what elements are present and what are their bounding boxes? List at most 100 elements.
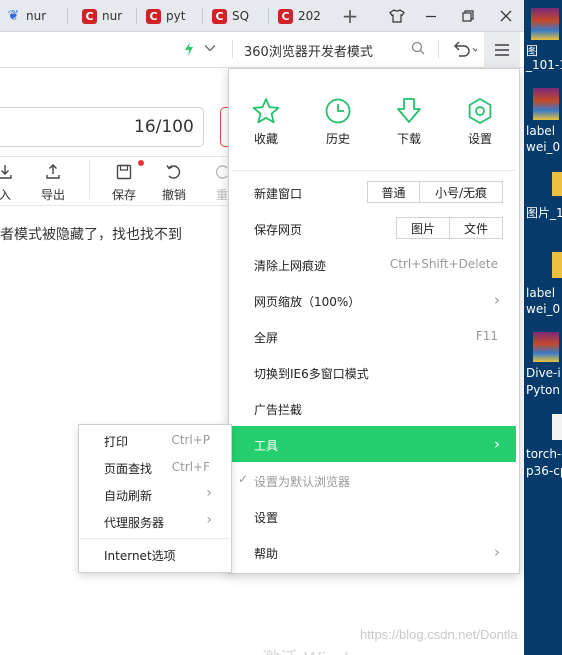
menu-item-settings[interactable]: 设置 [232,499,516,533]
tab-divider [136,8,137,24]
new-normal-window-button[interactable]: 普通 [367,181,420,203]
skin-button[interactable] [383,4,411,28]
menu-item-clear-traces[interactable]: 清除上网痕迹 Ctrl+Shift+Delete [232,247,516,281]
divider [89,160,90,198]
tab-3[interactable]: C pyt [140,3,198,29]
chevron-right-icon: › [206,512,212,528]
settings-label: 设置 [254,511,279,525]
tab-4[interactable]: C SQ [206,3,264,29]
desktop-label: torch- [526,447,562,461]
back-button[interactable] [451,40,479,61]
print-shortcut: Ctrl+P [171,433,210,447]
minimize-button[interactable] [417,4,445,28]
divider [438,40,439,58]
save-as-image-button[interactable]: 图片 [396,217,450,239]
tab-5-label: 202 [298,9,321,23]
menu-item-tools[interactable]: 工具 › [232,426,516,462]
restore-button[interactable] [454,4,482,28]
new-incognito-window-button[interactable]: 小号/无痕 [419,181,503,203]
menu-item-fullscreen[interactable]: 全屏 F11 [232,319,516,353]
csdn-icon: C [82,8,97,24]
desktop-label: label [526,124,556,138]
close-window-button[interactable] [492,4,520,28]
tab-5[interactable]: C 202 [272,3,328,29]
clock-icon [325,98,351,124]
menu-item-adblock[interactable]: 广告拦截 [232,391,516,425]
tab-3-label: pyt [166,9,186,23]
history-label: 历史 [325,132,350,146]
import-button[interactable]: 入 [0,162,22,203]
menu-item-zoom[interactable]: 网页缩放（100%） › [232,283,516,317]
desktop-label: wei_0 [526,140,561,154]
save-as-file-button[interactable]: 文件 [449,217,503,239]
star-icon [252,98,280,124]
internet-options-label: Internet选项 [104,549,176,563]
desktop-label: _101-1 [526,58,562,72]
search-icon [411,41,425,55]
desktop-label: label [526,286,556,300]
save-page-label: 保存网页 [254,223,303,237]
favorites-button[interactable] [246,96,286,126]
engine-dropdown[interactable] [204,42,216,57]
tab-1-label: nur [26,9,47,23]
tab-2[interactable]: C nur [76,3,134,29]
activate-windows-text: 激活 Wind [262,645,349,655]
close-icon [500,10,512,22]
menu-item-help[interactable]: 帮助 › [232,535,516,569]
check-icon: ✓ [238,472,249,486]
tab-2-label: nur [102,9,123,23]
submenu-item-proxy[interactable]: 代理服务器 › [80,509,230,535]
proxy-label: 代理服务器 [104,516,165,530]
divider [232,40,233,58]
menu-item-default-browser[interactable]: ✓ 设置为默认浏览器 [232,463,516,497]
submenu-item-find[interactable]: 页面查找 Ctrl+F [80,455,230,481]
desktop-label: Dive-i [526,366,561,380]
chevron-right-icon: › [494,543,500,561]
default-browser-label: 设置为默认浏览器 [254,475,351,489]
downloads-button[interactable] [389,96,429,126]
tab-1[interactable]: ❦ nur [0,3,64,29]
save-draft-button[interactable]: 保存 [107,162,141,203]
chevron-down-icon [204,45,216,52]
settings-quick-label: 设置 [467,132,492,146]
folder-icon[interactable] [552,252,562,278]
unsaved-dot [138,160,144,166]
help-label: 帮助 [254,547,279,561]
menu-item-ie6-mode[interactable]: 切换到IE6多窗口模式 [232,355,516,389]
submenu-item-auto-refresh[interactable]: 自动刷新 › [80,482,230,508]
find-shortcut: Ctrl+F [171,460,210,474]
chevron-right-icon: › [206,485,212,501]
winrar-icon[interactable] [533,332,559,362]
chevron-right-icon: › [494,291,500,309]
save-label: 保存 [111,188,136,202]
csdn-icon: C [212,8,227,24]
download-icon [397,98,421,123]
import-label: 入 [0,188,11,202]
find-label: 页面查找 [104,462,153,476]
undo-label: 撤销 [161,188,186,202]
lightning-icon [185,42,193,56]
new-window-label: 新建窗口 [254,187,303,201]
folder-icon[interactable] [552,172,562,196]
settings-quick-button[interactable] [460,96,500,126]
submenu-item-internet-options[interactable]: Internet选项 [80,542,230,568]
new-tab-button[interactable]: + [336,4,364,28]
export-button[interactable]: 导出 [36,162,70,203]
submenu-item-print[interactable]: 打印 Ctrl+P [80,428,230,454]
chevron-right-icon: › [494,435,500,453]
file-icon[interactable] [552,414,562,440]
auto-refresh-label: 自动刷新 [104,489,153,503]
speed-mode-button[interactable] [184,42,194,59]
adblock-label: 广告拦截 [254,403,303,417]
search-button[interactable] [411,41,425,58]
main-menu-button[interactable] [484,32,520,68]
baidu-paw-icon: ❦ [7,8,20,24]
gear-icon [468,98,492,124]
winrar-icon[interactable] [531,8,559,40]
history-button[interactable] [318,96,358,126]
undo-button[interactable]: 撤销 [157,162,191,203]
winrar-icon[interactable] [533,88,559,120]
favorites-label: 收藏 [253,132,278,146]
ie6-mode-label: 切换到IE6多窗口模式 [254,367,369,381]
tab-divider [67,8,68,24]
